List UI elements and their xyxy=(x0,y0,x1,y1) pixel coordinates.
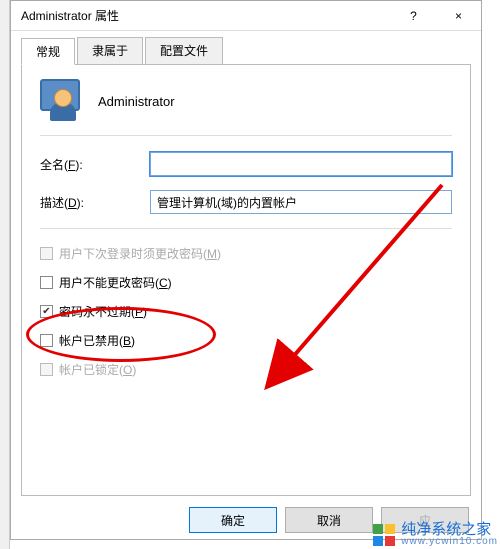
fullname-label: 全名(F): xyxy=(40,156,150,173)
checkbox-never-expires[interactable] xyxy=(40,305,53,318)
separator-mid xyxy=(40,228,452,229)
check-never-expires[interactable]: 密码永不过期(P) xyxy=(40,303,452,320)
check-label-never-expires: 密码永不过期(P) xyxy=(59,303,147,320)
checkbox-cannot-change[interactable] xyxy=(40,276,53,289)
description-row: 描述(D): xyxy=(40,190,452,214)
fullname-input[interactable] xyxy=(150,152,452,176)
help-button[interactable]: ? xyxy=(391,1,436,31)
check-cannot-change[interactable]: 用户不能更改密码(C) xyxy=(40,274,452,291)
tab-memberof[interactable]: 隶属于 xyxy=(77,37,143,64)
check-label-account-locked: 帐户已锁定(O) xyxy=(59,361,136,378)
check-label-cannot-change: 用户不能更改密码(C) xyxy=(59,274,172,291)
check-change-next-logon: 用户下次登录时须更改密码(M) xyxy=(40,245,452,262)
fullname-row: 全名(F): xyxy=(40,152,452,176)
check-label-account-disabled: 帐户已禁用(B) xyxy=(59,332,135,349)
ok-button[interactable]: 确定 xyxy=(189,507,277,533)
titlebar: Administrator 属性 ? × xyxy=(11,1,481,31)
description-label: 描述(D): xyxy=(40,194,150,211)
check-account-locked: 帐户已锁定(O) xyxy=(40,361,452,378)
background-left-strip xyxy=(0,0,10,549)
properties-dialog: Administrator 属性 ? × 常规 隶属于 配置文件 Adminis… xyxy=(10,0,482,540)
checkbox-change-next-logon xyxy=(40,247,53,260)
cancel-button[interactable]: 取消 xyxy=(285,507,373,533)
account-name: Administrator xyxy=(98,94,175,109)
watermark-title: 纯净系统之家 xyxy=(401,522,498,537)
tab-row: 常规 隶属于 配置文件 xyxy=(11,31,481,64)
tab-general[interactable]: 常规 xyxy=(21,38,75,65)
user-icon xyxy=(40,79,84,123)
description-input[interactable] xyxy=(150,190,452,214)
close-button[interactable]: × xyxy=(436,1,481,31)
account-header: Administrator xyxy=(40,79,452,123)
checkbox-group: 用户下次登录时须更改密码(M) 用户不能更改密码(C) 密码永不过期(P) 帐户… xyxy=(40,245,452,378)
checkbox-account-disabled[interactable] xyxy=(40,334,53,347)
tab-profile[interactable]: 配置文件 xyxy=(145,37,223,64)
watermark: 纯净系统之家 www.ycwin10.com xyxy=(373,522,498,547)
separator-top xyxy=(40,135,452,136)
titlebar-title: Administrator 属性 xyxy=(21,7,391,24)
tab-panel-general: Administrator 全名(F): 描述(D): 用户下次登录时须更改密码… xyxy=(21,64,471,496)
check-account-disabled[interactable]: 帐户已禁用(B) xyxy=(40,332,452,349)
checkbox-account-locked xyxy=(40,363,53,376)
watermark-icon xyxy=(373,524,395,546)
watermark-url: www.ycwin10.com xyxy=(401,537,498,547)
check-label-change-next-logon: 用户下次登录时须更改密码(M) xyxy=(59,245,221,262)
